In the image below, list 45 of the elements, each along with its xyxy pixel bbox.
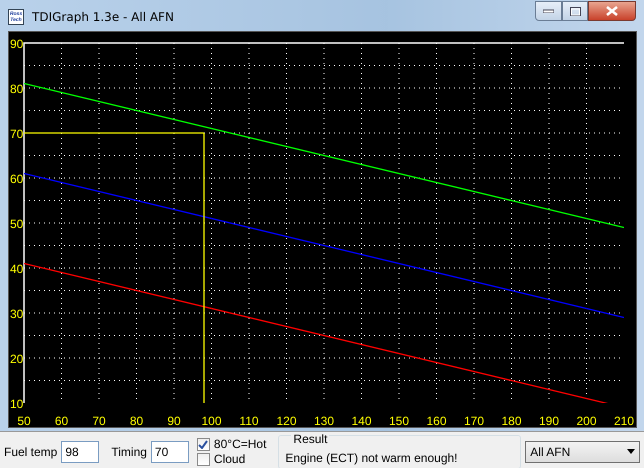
minimize-button[interactable] (535, 1, 562, 21)
result-text: Engine (ECT) not warm enough! (285, 450, 458, 464)
y-tick-label: 10 (10, 397, 24, 411)
window-title: TDIGraph 1.3e - All AFN (32, 9, 174, 26)
x-tick-label: 200 (576, 414, 597, 427)
result-legend: Result (291, 432, 330, 446)
fuel-temp-field[interactable]: 98 (61, 440, 100, 462)
maximize-icon (570, 6, 580, 16)
x-tick-label: 80 (130, 414, 144, 427)
minimize-icon (543, 9, 554, 13)
x-tick-label: 90 (167, 414, 181, 427)
y-tick-label: 30 (10, 307, 24, 321)
timing-label: Timing (111, 444, 147, 460)
y-tick-label: 90 (10, 37, 24, 51)
close-button[interactable] (588, 1, 636, 21)
x-tick-label: 160 (426, 414, 447, 427)
checkbox-label: Cloud (214, 452, 246, 466)
checkbox-label: 80°C=Hot (214, 436, 266, 452)
x-tick-label: 60 (54, 414, 68, 427)
x-tick-label: 70 (92, 414, 106, 427)
x-tick-label: 190 (538, 414, 560, 427)
x-tick-label: 120 (276, 414, 297, 427)
checkbox[interactable] (196, 438, 210, 450)
checkbox[interactable] (196, 452, 210, 466)
y-tick-label: 70 (10, 127, 24, 141)
x-tick-label: 180 (501, 414, 522, 427)
caret-icon (627, 449, 635, 454)
maximize-button[interactable] (562, 1, 588, 21)
x-tick-label: 100 (201, 414, 222, 427)
y-tick-label: 80 (10, 82, 24, 96)
y-tick-label: 60 (10, 172, 24, 186)
fuel-temp-label: Fuel temp (4, 444, 58, 460)
x-tick-label: 110 (239, 414, 259, 427)
x-tick-label: 150 (388, 414, 410, 427)
mode-dropdown[interactable]: All AFN (525, 440, 640, 462)
y-tick-label: 20 (10, 352, 24, 366)
x-tick-label: 210 (614, 414, 634, 427)
x-tick-label: 50 (17, 414, 31, 427)
timing-field[interactable]: 70 (150, 440, 189, 462)
y-tick-label: 40 (10, 262, 24, 276)
x-tick-label: 140 (351, 414, 372, 427)
y-tick-label: 50 (10, 217, 24, 231)
x-tick-label: 130 (314, 414, 334, 427)
x-tick-label: 170 (464, 414, 484, 427)
close-icon (606, 6, 618, 16)
